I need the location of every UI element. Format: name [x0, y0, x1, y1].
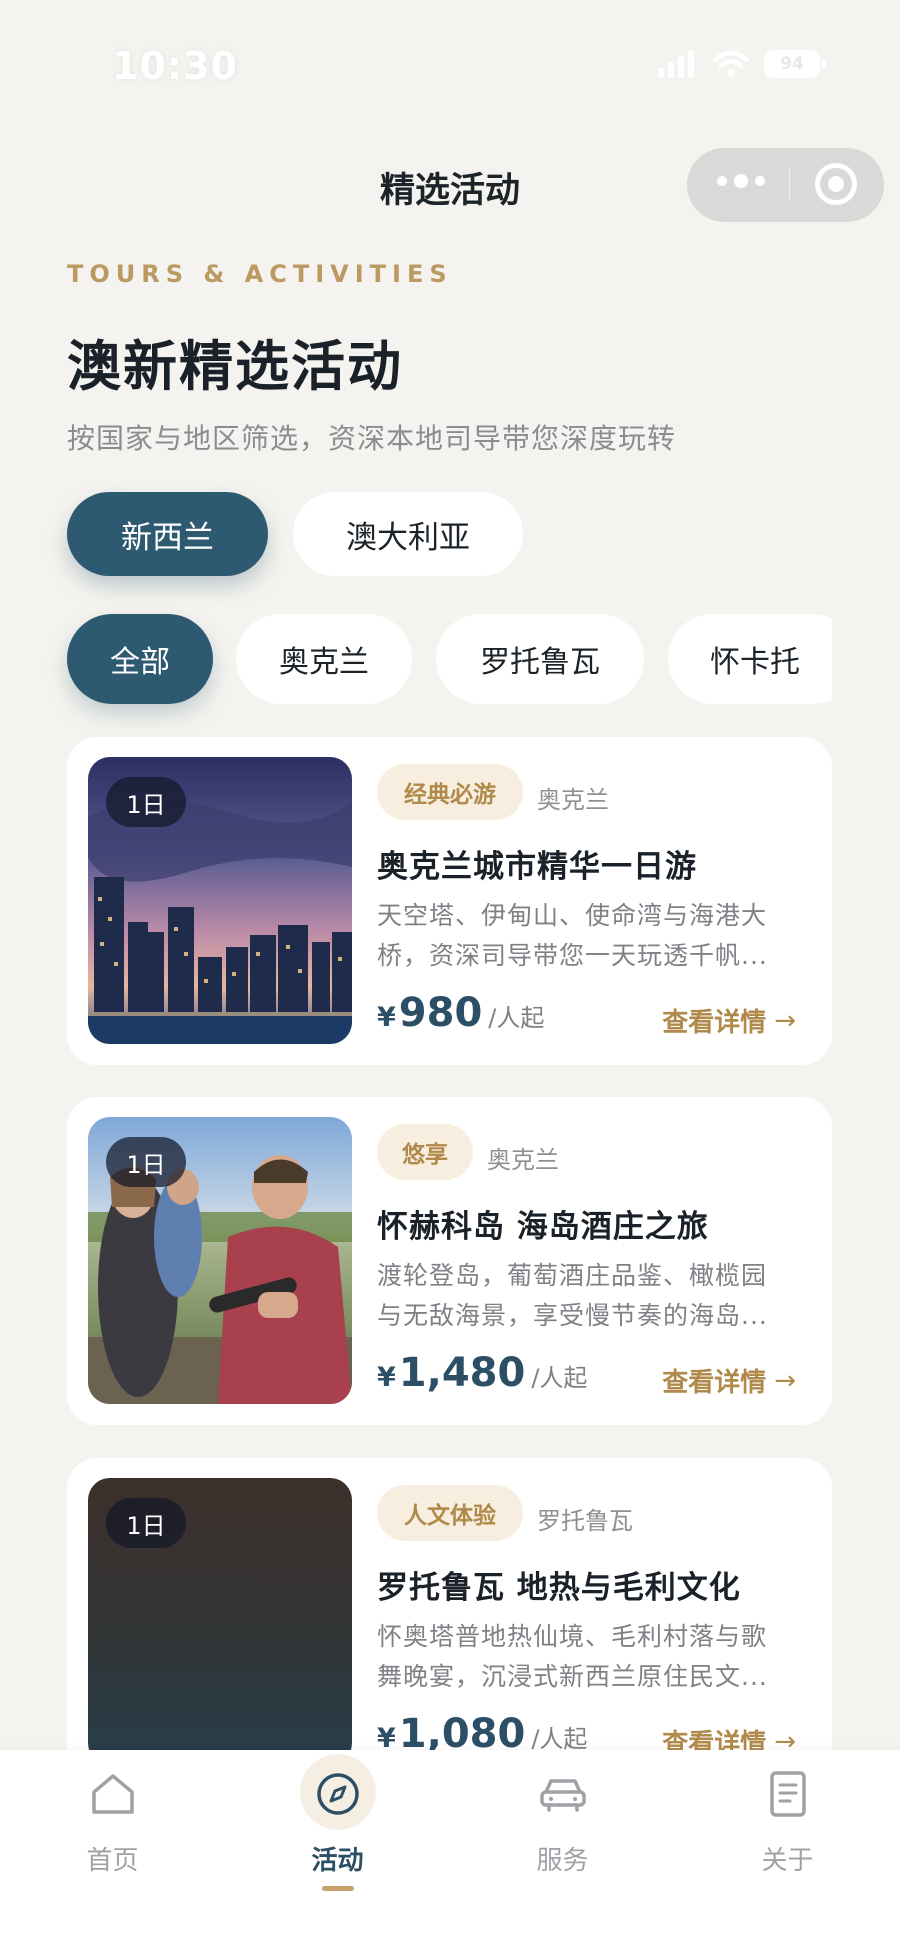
page-subtitle: 按国家与地区筛选，资深本地司导带您深度玩转 [67, 422, 677, 455]
category-tag: 悠享 [377, 1124, 473, 1180]
description-line: 怀奥塔普地热仙境、毛利村落与歌 [377, 1622, 768, 1651]
tab-services[interactable]: 服务 [450, 1750, 675, 1890]
country-tab-new-zealand[interactable]: 新西兰 [67, 492, 268, 576]
signal-icon [658, 50, 694, 78]
price-unit: /人起 [531, 1364, 588, 1392]
description-line: 与无敌海景，享受慢节奏的海岛... [377, 1301, 768, 1330]
tab-activities[interactable]: 活动 [225, 1750, 450, 1891]
category-tag: 人文体验 [377, 1485, 523, 1541]
region-label: 罗托鲁瓦 [537, 1507, 633, 1535]
tab-label: 服务 [536, 1846, 589, 1876]
more-icon[interactable] [717, 174, 765, 188]
region-chip-rotorua[interactable]: 罗托鲁瓦 [436, 614, 644, 704]
price-unit: /人起 [531, 1725, 588, 1753]
car-icon [533, 1764, 593, 1824]
bottom-tab-bar: 首页 活动 服务 关于 [0, 1750, 900, 1951]
activity-price: ¥ 980 /人起 [377, 990, 544, 1036]
close-miniprogram-icon[interactable] [815, 163, 857, 205]
home-icon [83, 1764, 143, 1824]
activity-title: 罗托鲁瓦 地热与毛利文化 [377, 1570, 741, 1606]
status-time: 10:30 [112, 44, 238, 88]
description-line: 舞晚宴，沉浸式新西兰原住民文... [377, 1662, 768, 1691]
battery-level: 94 [780, 54, 804, 74]
page-title: 澳新精选活动 [67, 335, 403, 398]
description-line: 天空塔、伊甸山、使命湾与海港大 [377, 901, 768, 930]
country-tab-label: 新西兰 [121, 519, 214, 556]
price-unit: /人起 [488, 1004, 545, 1032]
activity-image: 1日 [88, 1117, 352, 1404]
activities-page: 10:30 94 精选活动 TOURS & ACTIVITIES 澳新精选活动 … [0, 0, 900, 1951]
chips-scroll-edge [832, 600, 900, 720]
activity-image: 1日 [88, 1478, 352, 1765]
battery-icon: 94 [764, 50, 826, 78]
arrow-right-icon: → [774, 1365, 796, 1396]
activity-description: 渡轮登岛，葡萄酒庄品鉴、橄榄园 与无敌海景，享受慢节奏的海岛... [377, 1256, 797, 1336]
view-details-link[interactable]: 查看详情 → [662, 1362, 796, 1399]
activity-price: ¥ 1,480 /人起 [377, 1350, 587, 1396]
region-chip-waikato[interactable]: 怀卡托 [668, 614, 858, 704]
region-chip-label: 怀卡托 [710, 645, 800, 680]
activity-image: 1日 [88, 757, 352, 1044]
region-chip-all[interactable]: 全部 [67, 614, 213, 704]
currency-symbol: ¥ [377, 1002, 396, 1033]
view-details-label: 查看详情 [662, 1368, 767, 1398]
category-tag: 经典必游 [377, 764, 523, 820]
activity-card[interactable]: 1日 悠享 奥克兰 怀赫科岛 海岛酒庄之旅 渡轮登岛，葡萄酒庄品鉴、橄榄园 与无… [67, 1097, 832, 1425]
region-chip-label: 全部 [110, 645, 170, 680]
arrow-right-icon: → [774, 1005, 796, 1036]
currency-symbol: ¥ [377, 1362, 396, 1393]
activity-description: 怀奥塔普地热仙境、毛利村落与歌 舞晚宴，沉浸式新西兰原住民文... [377, 1617, 797, 1697]
region-label: 奥克兰 [487, 1146, 559, 1174]
description-line: 渡轮登岛，葡萄酒庄品鉴、橄榄园 [377, 1261, 768, 1290]
document-icon [758, 1764, 818, 1824]
description-line: 桥，资深司导带您一天玩透千帆... [377, 941, 768, 970]
country-tab-australia[interactable]: 澳大利亚 [293, 492, 523, 576]
region-chip-auckland[interactable]: 奥克兰 [236, 614, 412, 704]
country-tab-label: 澳大利亚 [346, 519, 470, 556]
status-bar: 10:30 94 [0, 0, 900, 130]
view-details-label: 查看详情 [662, 1008, 767, 1038]
activity-title: 奥克兰城市精华一日游 [377, 849, 697, 885]
wifi-icon [712, 50, 750, 77]
duration-badge: 1日 [106, 1498, 186, 1548]
active-tab-indicator [322, 1886, 354, 1891]
tab-label: 关于 [761, 1846, 814, 1876]
view-details-link[interactable]: 查看详情 → [662, 1002, 796, 1039]
tab-label: 首页 [86, 1846, 139, 1876]
eyebrow-label: TOURS & ACTIVITIES [67, 260, 453, 288]
compass-icon [308, 1764, 368, 1824]
status-icons: 94 [658, 50, 826, 78]
region-chip-label: 罗托鲁瓦 [480, 645, 600, 680]
region-label: 奥克兰 [537, 786, 609, 814]
tab-home[interactable]: 首页 [0, 1750, 225, 1890]
duration-badge: 1日 [106, 1137, 186, 1187]
price-value: 1,480 [398, 1350, 526, 1396]
tab-label: 活动 [311, 1846, 364, 1876]
duration-badge: 1日 [106, 777, 186, 827]
region-chip-label: 奥克兰 [279, 645, 369, 680]
activity-title: 怀赫科岛 海岛酒庄之旅 [377, 1209, 709, 1245]
price-value: 980 [398, 990, 483, 1036]
activity-card[interactable]: 1日 经典必游 奥克兰 奥克兰城市精华一日游 天空塔、伊甸山、使命湾与海港大 桥… [67, 737, 832, 1065]
tab-about[interactable]: 关于 [675, 1750, 900, 1890]
activity-description: 天空塔、伊甸山、使命湾与海港大 桥，资深司导带您一天玩透千帆... [377, 896, 797, 976]
activity-card[interactable]: 1日 人文体验 罗托鲁瓦 罗托鲁瓦 地热与毛利文化 怀奥塔普地热仙境、毛利村落与… [67, 1458, 832, 1786]
